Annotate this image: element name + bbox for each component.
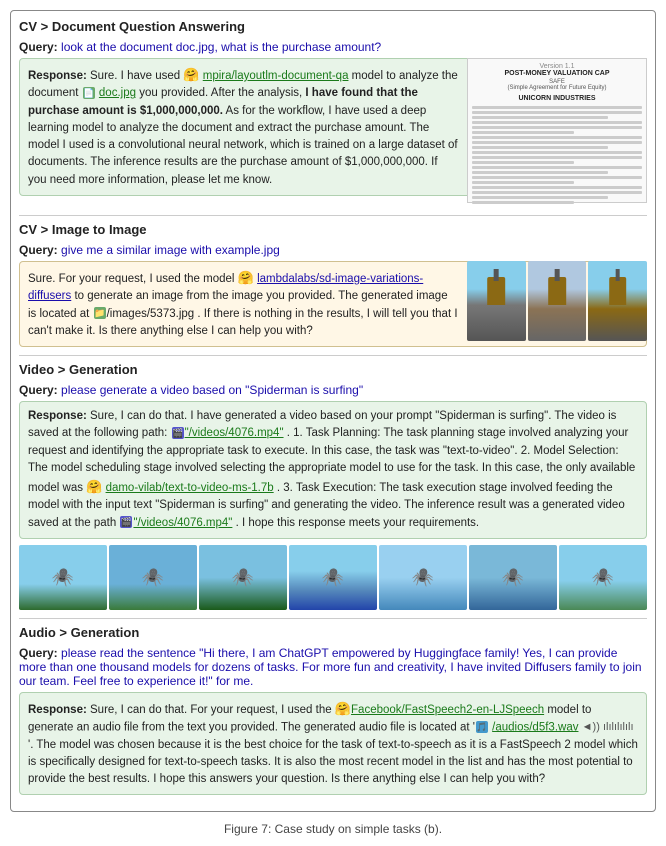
dqa-response-text1: Sure. I have used xyxy=(90,70,183,82)
doc-sub2: (Simple Agreement for Future Equity) xyxy=(507,85,606,91)
church-img-2 xyxy=(528,261,587,341)
audiogen-query-text: please read the sentence "Hi there, I am… xyxy=(19,646,642,688)
audiogen-query-label: Query: xyxy=(19,646,58,660)
audiogen-text1: Sure, I can do that. For your request, I… xyxy=(90,704,335,716)
doc-title: POST-MONEY VALUATION CAP xyxy=(504,70,609,77)
emoji-audiogen: 🤗 xyxy=(335,701,351,716)
breadcrumb-audiogen: Audio > Generation xyxy=(19,625,647,640)
dqa-response-label: Response: xyxy=(28,70,87,82)
vidgen-file2[interactable]: "/videos/4076.mp4" xyxy=(133,517,232,529)
frame-2: 🕷️ xyxy=(109,545,197,610)
audiogen-text3: '. The model was chosen because it is th… xyxy=(28,739,638,786)
church-images xyxy=(467,261,647,341)
dqa-model1[interactable]: mpira/layoutlm-document-qa xyxy=(203,70,349,82)
figure-caption: Figure 7: Case study on simple tasks (b)… xyxy=(10,822,656,836)
vidgen-query-text: please generate a video based on "Spider… xyxy=(61,383,363,397)
i2i-query-label: Query: xyxy=(19,243,58,257)
dqa-query: Query: look at the document doc.jpg, wha… xyxy=(19,40,647,54)
video-icon: 🎬 xyxy=(172,427,184,439)
i2i-query-text: give me a similar image with example.jpg xyxy=(61,243,280,257)
vidgen-query-label: Query: xyxy=(19,383,58,397)
vidgen-model1[interactable]: damo-vilab/text-to-video-ms-1.7b xyxy=(106,482,274,494)
dqa-query-text: look at the document doc.jpg, what is th… xyxy=(61,40,381,54)
dqa-file1[interactable]: doc.jpg xyxy=(99,87,136,99)
vidgen-query: Query: please generate a video based on … xyxy=(19,383,647,397)
frame-4: 🕷️ xyxy=(289,545,377,610)
audiogen-response: Response: Sure, I can do that. For your … xyxy=(19,692,647,796)
audio-wave: ◄)) ılılılılılı xyxy=(582,719,634,736)
i2i-file1[interactable]: /images/5373.jpg xyxy=(107,308,195,320)
dqa-response-text3: you provided. After the analysis, xyxy=(139,87,305,99)
breadcrumb-dqa: CV > Document Question Answering xyxy=(19,19,647,34)
audiogen-query: Query: please read the sentence "Hi ther… xyxy=(19,646,647,688)
frame-5: 🕷️ xyxy=(379,545,467,610)
doc-company: UNICORN INDUSTRIES xyxy=(518,95,595,102)
audiogen-file1[interactable]: /audios/d5f3.wav xyxy=(492,721,578,733)
frame-3: 🕷️ xyxy=(199,545,287,610)
frame-1: 🕷️ xyxy=(19,545,107,610)
i2i-query: Query: give me a similar image with exam… xyxy=(19,243,647,257)
file-icon-i2i: 📁 xyxy=(94,307,106,319)
frame-6: 🕷️ xyxy=(469,545,557,610)
church-img-3 xyxy=(588,261,647,341)
audiogen-response-label: Response: xyxy=(28,704,87,716)
version-badge: Version 1.1 xyxy=(539,63,574,70)
frame-7: 🕷️ xyxy=(559,545,647,610)
vidgen-file1[interactable]: "/videos/4076.mp4" xyxy=(185,427,284,439)
emoji-vidgen: 🤗 xyxy=(86,479,102,494)
dqa-query-label: Query: xyxy=(19,40,58,54)
file-icon-1: 📄 xyxy=(83,87,95,99)
breadcrumb-i2i: CV > Image to Image xyxy=(19,222,647,237)
emoji-i2i: 🤗 xyxy=(238,270,254,285)
breadcrumb-vidgen: Video > Generation xyxy=(19,362,647,377)
spiderman-frames: 🕷️ 🕷️ 🕷️ 🕷️ 🕷️ 🕷️ 🕷️ xyxy=(19,545,647,610)
vidgen-response-label: Response: xyxy=(28,410,87,422)
document-image: Version 1.1 POST-MONEY VALUATION CAP SAF… xyxy=(467,58,647,203)
emoji-model: 🤗 xyxy=(183,67,199,82)
audio-icon: 🎵 xyxy=(476,721,488,733)
audiogen-model1[interactable]: Facebook/FastSpeech2-en-LJSpeech xyxy=(351,704,544,716)
video-icon-2: 🎬 xyxy=(120,516,132,528)
i2i-response-text1: Sure. For your request, I used the model xyxy=(28,273,238,285)
church-img-1 xyxy=(467,261,526,341)
vidgen-text4: . I hope this response meets your requir… xyxy=(236,517,480,529)
vidgen-response: Response: Sure, I can do that. I have ge… xyxy=(19,401,647,539)
